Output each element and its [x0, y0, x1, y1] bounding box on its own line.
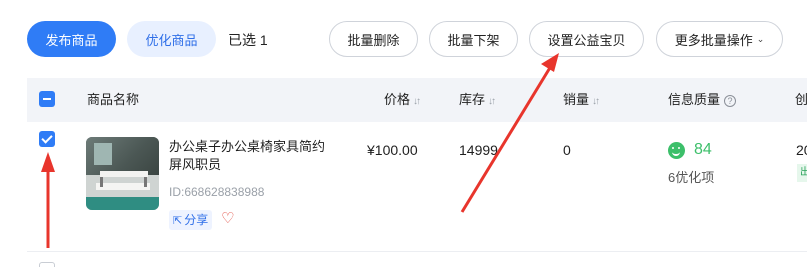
column-sales[interactable]: 销量 ↓↑: [563, 78, 600, 122]
sort-icon: ↓↑: [592, 96, 600, 107]
product-id: ID:668628838988: [169, 185, 265, 199]
row-checkbox[interactable]: [39, 131, 55, 147]
sort-icon: ↓↑: [488, 96, 496, 107]
batch-delist-button[interactable]: 批量下架: [429, 21, 518, 57]
publish-product-button[interactable]: 发布商品: [27, 21, 116, 57]
quality-score: 84: [694, 141, 712, 158]
batch-delete-button[interactable]: 批量删除: [329, 21, 418, 57]
column-stock[interactable]: 库存 ↓↑: [459, 78, 496, 122]
share-label: 分享: [184, 213, 209, 227]
sales-value: 0: [563, 142, 571, 158]
column-created-cut: 创: [795, 92, 807, 107]
stock-value[interactable]: 14999: [459, 142, 498, 158]
help-icon[interactable]: ?: [724, 94, 737, 107]
column-sales-label: 销量: [563, 92, 590, 107]
optimize-product-button[interactable]: 优化商品: [127, 21, 216, 57]
table-header: 商品名称 价格 ↓↑ 库存 ↓↑ 销量 ↓↑ 信息质量? 创: [27, 78, 807, 122]
row-checkbox-next[interactable]: [39, 262, 55, 267]
chevron-down-icon: ⌄: [756, 33, 765, 44]
product-thumbnail[interactable]: [86, 137, 159, 210]
charity-heart-icon: ♡: [221, 210, 235, 227]
more-batch-actions-label: 更多批量操作: [674, 32, 753, 48]
set-charity-button[interactable]: 设置公益宝贝: [529, 21, 644, 57]
status-badge-partial: 出: [797, 164, 807, 182]
column-price-label: 价格: [384, 92, 411, 107]
column-price[interactable]: 价格 ↓↑: [384, 78, 421, 122]
selected-count: 已选 1: [228, 32, 268, 48]
column-quality-label: 信息质量: [668, 92, 721, 107]
select-all-checkbox[interactable]: [39, 91, 55, 107]
product-name-link[interactable]: 办公桌子办公桌椅家具简约屏风职员: [169, 138, 329, 174]
optimize-items-link[interactable]: 6优化项: [668, 167, 714, 186]
share-button[interactable]: ⇱ 分享: [169, 210, 213, 230]
column-quality: 信息质量?: [668, 78, 737, 122]
smile-icon: [668, 142, 685, 159]
column-product-name: 商品名称: [87, 92, 140, 107]
price-value[interactable]: ¥100.00: [367, 142, 418, 158]
created-date-partial: 20: [796, 142, 807, 158]
column-stock-label: 库存: [459, 92, 486, 107]
sort-icon: ↓↑: [413, 96, 421, 107]
share-icon: ⇱: [173, 215, 183, 227]
toolbar: 发布商品 优化商品 已选 1 批量删除 批量下架 设置公益宝贝 更多批量操作 ⌄: [0, 0, 807, 78]
more-batch-actions-button[interactable]: 更多批量操作 ⌄: [656, 21, 783, 57]
